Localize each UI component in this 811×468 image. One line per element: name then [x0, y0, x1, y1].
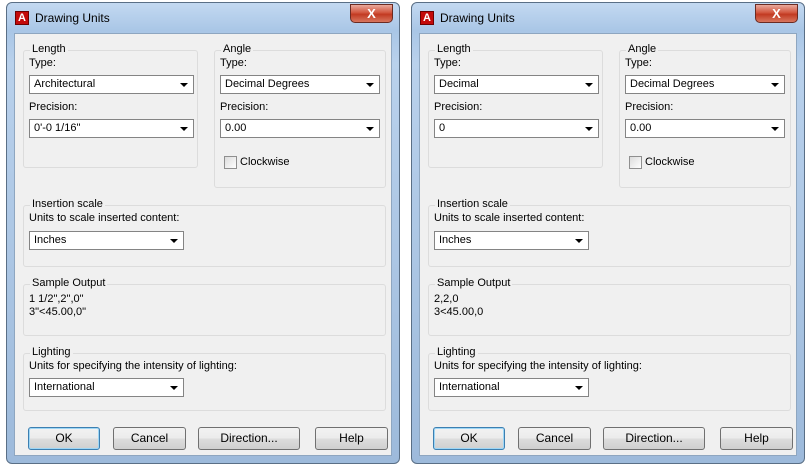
lighting-label: Units for specifying the intensity of li… [434, 360, 642, 372]
length-type-value: Architectural [34, 78, 96, 90]
clockwise-label[interactable]: Clockwise [645, 156, 695, 168]
angle-type-label: Type: [625, 57, 652, 69]
chevron-down-icon [364, 78, 377, 91]
chevron-down-icon [769, 78, 782, 91]
title-bar[interactable]: A Drawing Units X [412, 3, 804, 33]
chevron-down-icon [364, 122, 377, 135]
direction-button[interactable]: Direction... [603, 427, 705, 450]
length-type-label: Type: [29, 57, 56, 69]
insertion-units-dropdown[interactable]: Inches [434, 231, 589, 250]
ok-button[interactable]: OK [433, 427, 505, 450]
title-bar[interactable]: A Drawing Units X [7, 3, 399, 33]
chevron-down-icon [573, 234, 586, 247]
chevron-down-icon [178, 122, 191, 135]
close-button[interactable]: X [350, 4, 393, 23]
dialog-title: Drawing Units [35, 11, 110, 25]
sample-output-group: Sample Output 1 1/2",2",0" 3"<45.00,0" [23, 277, 386, 336]
length-precision-label: Precision: [434, 101, 483, 113]
length-type-dropdown[interactable]: Decimal [434, 75, 599, 94]
angle-type-value: Decimal Degrees [225, 78, 310, 90]
angle-precision-dropdown[interactable]: 0.00 [220, 119, 380, 138]
dialog-title: Drawing Units [440, 11, 515, 25]
length-precision-dropdown[interactable]: 0'-0 1/16" [29, 119, 194, 138]
dialog-body: Length Type: Architectural Precision: 0'… [14, 33, 392, 456]
lighting-units-value: International [439, 381, 500, 393]
clockwise-checkbox[interactable] [224, 156, 237, 169]
lighting-legend: Lighting [30, 346, 73, 358]
ok-button[interactable]: OK [28, 427, 100, 450]
close-button[interactable]: X [755, 4, 798, 23]
angle-type-label: Type: [220, 57, 247, 69]
insertion-scale-label: Units to scale inserted content: [434, 212, 585, 224]
length-legend: Length [30, 43, 68, 55]
clockwise-checkbox[interactable] [629, 156, 642, 169]
angle-precision-dropdown[interactable]: 0.00 [625, 119, 785, 138]
dialog-body: Length Type: Decimal Precision: 0 Angle … [419, 33, 797, 456]
length-type-value: Decimal [439, 78, 479, 90]
drawing-units-dialog: A Drawing Units X Length Type: Decimal P… [411, 2, 805, 464]
angle-legend: Angle [221, 43, 254, 55]
lighting-units-dropdown[interactable]: International [29, 378, 184, 397]
cancel-button[interactable]: Cancel [113, 427, 186, 450]
autocad-app-icon: A [15, 11, 29, 25]
length-precision-dropdown[interactable]: 0 [434, 119, 599, 138]
lighting-group: Lighting Units for specifying the intens… [23, 346, 386, 411]
angle-type-dropdown[interactable]: Decimal Degrees [220, 75, 380, 94]
chevron-down-icon [168, 381, 181, 394]
sample-output-line-2: 3"<45.00,0" [29, 306, 87, 318]
sample-output-legend: Sample Output [30, 277, 108, 289]
lighting-group: Lighting Units for specifying the intens… [428, 346, 791, 411]
insertion-scale-label: Units to scale inserted content: [29, 212, 180, 224]
clockwise-label[interactable]: Clockwise [240, 156, 290, 168]
length-type-dropdown[interactable]: Architectural [29, 75, 194, 94]
lighting-units-value: International [34, 381, 95, 393]
angle-precision-label: Precision: [220, 101, 269, 113]
help-button[interactable]: Help [720, 427, 793, 450]
lighting-label: Units for specifying the intensity of li… [29, 360, 237, 372]
insertion-units-value: Inches [439, 234, 472, 246]
angle-group: Angle Type: Decimal Degrees Precision: 0… [619, 43, 791, 188]
insertion-units-dropdown[interactable]: Inches [29, 231, 184, 250]
lighting-units-dropdown[interactable]: International [434, 378, 589, 397]
autocad-app-icon: A [420, 11, 434, 25]
length-legend: Length [435, 43, 473, 55]
length-precision-value: 0 [439, 122, 446, 134]
angle-precision-value: 0.00 [630, 122, 652, 134]
insertion-scale-legend: Insertion scale [30, 198, 105, 210]
sample-output-legend: Sample Output [435, 277, 513, 289]
length-precision-label: Precision: [29, 101, 78, 113]
sample-output-line-2: 3<45.00,0 [434, 306, 484, 318]
drawing-units-dialog: A Drawing Units X Length Type: Architect… [6, 2, 400, 464]
insertion-units-value: Inches [34, 234, 67, 246]
chevron-down-icon [178, 78, 191, 91]
length-precision-value: 0'-0 1/16" [34, 122, 81, 134]
angle-legend: Angle [626, 43, 659, 55]
insertion-scale-legend: Insertion scale [435, 198, 510, 210]
cancel-button[interactable]: Cancel [518, 427, 591, 450]
angle-group: Angle Type: Decimal Degrees Precision: 0… [214, 43, 386, 188]
sample-output-line-1: 1 1/2",2",0" [29, 293, 84, 305]
chevron-down-icon [168, 234, 181, 247]
lighting-legend: Lighting [435, 346, 478, 358]
chevron-down-icon [573, 381, 586, 394]
angle-precision-label: Precision: [625, 101, 674, 113]
chevron-down-icon [583, 122, 596, 135]
sample-output-line-1: 2,2,0 [434, 293, 459, 305]
angle-type-value: Decimal Degrees [630, 78, 715, 90]
length-group: Length Type: Decimal Precision: 0 [428, 43, 603, 168]
chevron-down-icon [769, 122, 782, 135]
length-group: Length Type: Architectural Precision: 0'… [23, 43, 198, 168]
help-button[interactable]: Help [315, 427, 388, 450]
length-type-label: Type: [434, 57, 461, 69]
sample-output-group: Sample Output 2,2,0 3<45.00,0 [428, 277, 791, 336]
direction-button[interactable]: Direction... [198, 427, 300, 450]
chevron-down-icon [583, 78, 596, 91]
insertion-scale-group: Insertion scale Units to scale inserted … [23, 198, 386, 267]
angle-type-dropdown[interactable]: Decimal Degrees [625, 75, 785, 94]
insertion-scale-group: Insertion scale Units to scale inserted … [428, 198, 791, 267]
angle-precision-value: 0.00 [225, 122, 247, 134]
